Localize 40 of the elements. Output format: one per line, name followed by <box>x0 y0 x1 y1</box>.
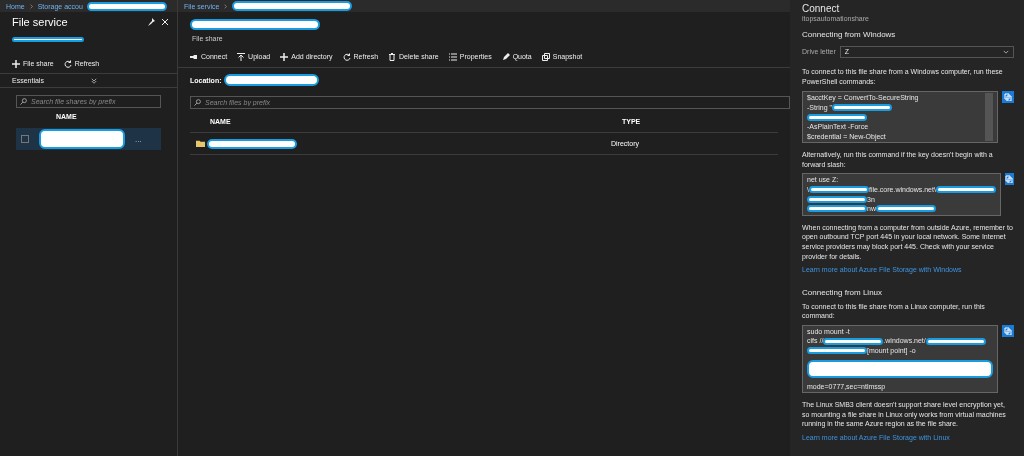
panel-title: Connect <box>802 2 841 15</box>
folder-icon <box>196 139 205 148</box>
snapshot-icon <box>541 52 550 61</box>
copy-button[interactable] <box>1004 173 1014 186</box>
copy-icon <box>1004 93 1012 102</box>
plus-icon <box>12 59 20 68</box>
section-heading: Connecting from Linux <box>802 286 884 299</box>
copy-icon <box>1005 175 1014 184</box>
chevron-icon <box>91 77 97 84</box>
redaction-mark <box>875 205 936 213</box>
chevron-icon <box>28 3 34 9</box>
refresh-icon <box>63 59 72 68</box>
more-button[interactable]: ... <box>135 134 142 144</box>
redaction-mark <box>925 337 986 345</box>
chevron-icon <box>1003 49 1009 55</box>
close-icon[interactable] <box>161 18 169 26</box>
checkbox[interactable] <box>21 135 29 143</box>
connect-icon <box>190 52 198 61</box>
upload-icon <box>237 52 246 61</box>
redaction-mark <box>807 347 867 355</box>
copy-button[interactable] <box>1002 91 1014 104</box>
scrollbar[interactable] <box>985 93 993 142</box>
redaction-mark <box>823 337 884 345</box>
refresh-icon <box>342 52 351 61</box>
section-heading: Connecting from Windows <box>802 29 897 41</box>
blade-title: File service <box>12 16 69 28</box>
pencil-icon <box>501 52 510 61</box>
plus-icon <box>280 52 289 61</box>
chevron-icon <box>223 3 229 9</box>
trash-icon <box>388 52 397 61</box>
search-icon <box>194 99 201 106</box>
redaction-mark <box>807 205 867 213</box>
redaction-mark <box>935 186 996 194</box>
pin-icon[interactable] <box>147 18 155 26</box>
copy-button[interactable] <box>1002 324 1014 337</box>
copy-icon <box>1004 326 1012 335</box>
search-icon <box>20 98 27 105</box>
redaction-mark <box>12 37 84 43</box>
list-row[interactable]: ... <box>16 128 161 150</box>
list-icon <box>448 52 457 61</box>
